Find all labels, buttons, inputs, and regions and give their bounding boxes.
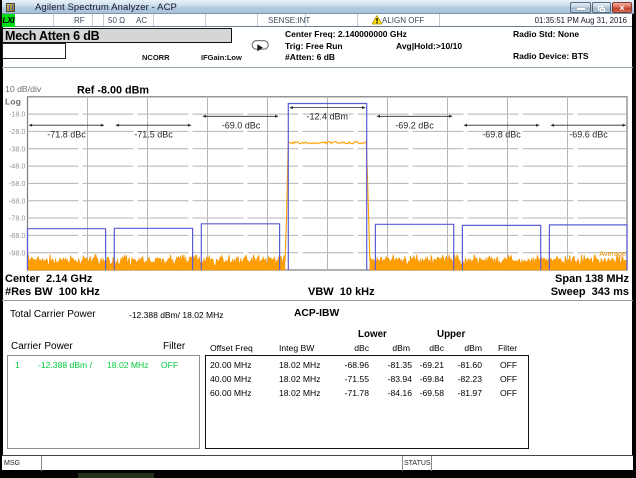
svg-text:-98.0: -98.0 xyxy=(9,248,26,257)
svg-text:-88.0: -88.0 xyxy=(9,231,26,240)
svg-text:-12.4 dBm: -12.4 dBm xyxy=(307,112,349,122)
svg-text:-48.0: -48.0 xyxy=(9,162,26,171)
svg-text:-71.8 dBc: -71.8 dBc xyxy=(47,129,86,139)
svg-text:-38.0: -38.0 xyxy=(9,144,26,153)
svg-text:Ref -8.00 dBm: Ref -8.00 dBm xyxy=(77,85,149,97)
svg-text:-69.2 dBc: -69.2 dBc xyxy=(395,120,434,130)
svg-text:-28.0: -28.0 xyxy=(9,127,26,136)
svg-text:-18.0: -18.0 xyxy=(9,110,26,119)
svg-text:-78.0: -78.0 xyxy=(9,214,26,223)
svg-text:-58.0: -58.0 xyxy=(9,179,26,188)
svg-text:10 dB/div: 10 dB/div xyxy=(5,84,42,94)
svg-text:Log: Log xyxy=(5,97,21,107)
svg-text:-69.6 dBc: -69.6 dBc xyxy=(569,129,608,139)
svg-text:Average: Average xyxy=(599,249,626,258)
svg-text:-69.8 dBc: -69.8 dBc xyxy=(482,129,521,139)
svg-text:-68.0: -68.0 xyxy=(9,196,26,205)
svg-text:-71.5 dBc: -71.5 dBc xyxy=(134,129,173,139)
svg-text:-69.0 dBc: -69.0 dBc xyxy=(222,120,261,130)
